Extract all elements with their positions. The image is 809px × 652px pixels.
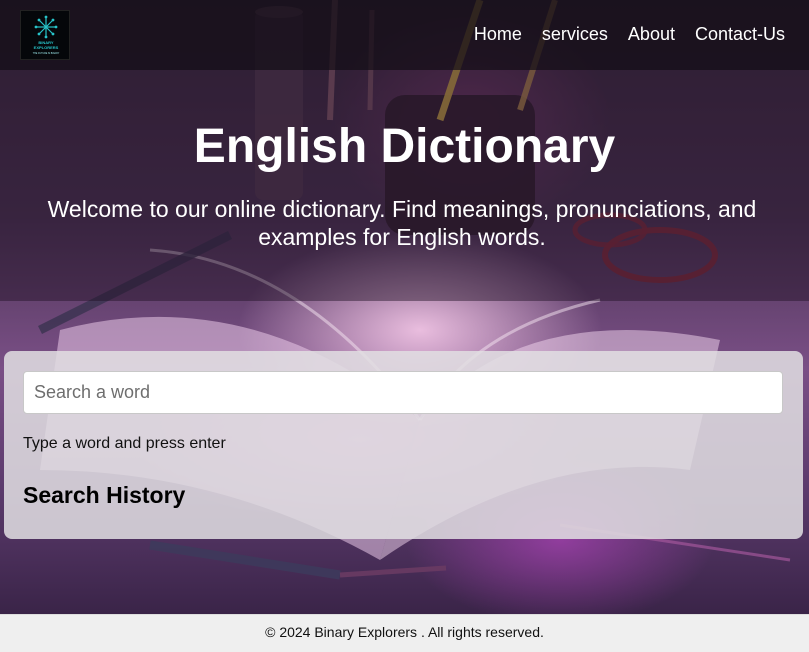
logo-text-line2: EXPLORERS	[34, 45, 59, 50]
starburst-logo-icon: BINARY EXPLORERS THE FUTURE IS BINARY	[33, 15, 60, 55]
main-nav: Home services About Contact-Us	[474, 22, 785, 46]
logo-tagline: THE FUTURE IS BINARY	[33, 52, 60, 55]
page-footer: © 2024 Binary Explorers . All rights res…	[0, 614, 809, 652]
top-navbar: BINARY EXPLORERS THE FUTURE IS BINARY Ho…	[0, 0, 809, 70]
nav-link-home[interactable]: Home	[474, 22, 522, 46]
hero-subtitle: Welcome to our online dictionary. Find m…	[47, 196, 757, 250]
copyright-text: © 2024 Binary Explorers . All rights res…	[265, 624, 544, 640]
nav-link-contact[interactable]: Contact-Us	[695, 22, 785, 46]
nav-link-services[interactable]: services	[542, 22, 608, 46]
page: BINARY EXPLORERS THE FUTURE IS BINARY Ho…	[0, 0, 809, 652]
search-input[interactable]	[23, 371, 783, 414]
search-history-heading: Search History	[23, 482, 186, 508]
page-title: English Dictionary	[193, 120, 616, 173]
brand-logo[interactable]: BINARY EXPLORERS THE FUTURE IS BINARY	[20, 10, 70, 60]
search-panel: Type a word and press enter Search Histo…	[4, 351, 803, 539]
nav-link-about[interactable]: About	[628, 22, 675, 46]
search-hint: Type a word and press enter	[23, 435, 226, 452]
